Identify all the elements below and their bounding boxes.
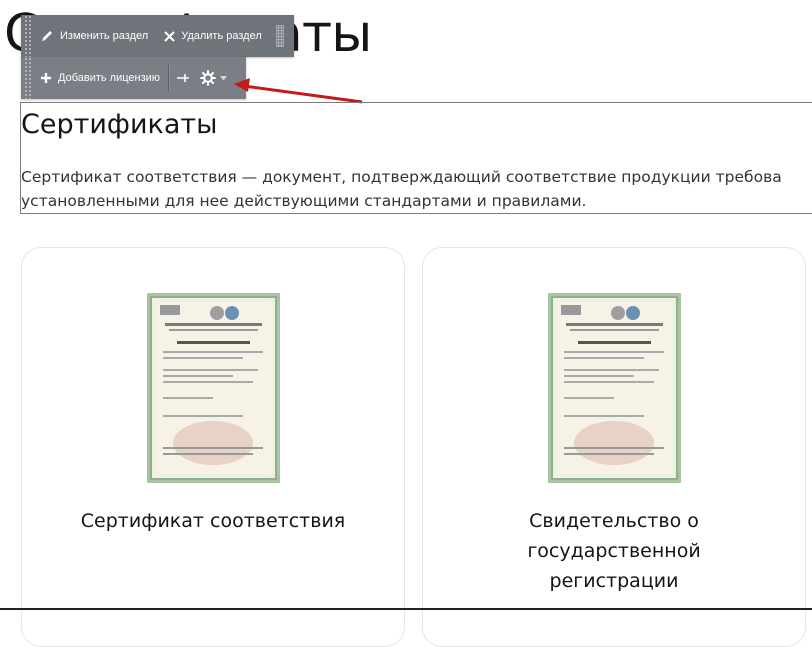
edit-section-button[interactable]: Изменить раздел: [32, 15, 156, 57]
certificate-image[interactable]: [548, 293, 681, 483]
card-title[interactable]: Сертификат соответствия: [62, 506, 364, 536]
chevron-down-icon: [220, 75, 228, 81]
pin-button[interactable]: [170, 57, 196, 99]
pencil-icon: [40, 29, 54, 43]
divider: [0, 608, 812, 610]
section-header: Сертификаты Сертификат соответствия — до…: [20, 102, 812, 214]
delete-section-button[interactable]: Удалить раздел: [156, 15, 270, 57]
gear-icon: [200, 70, 217, 86]
section-description: Сертификат соответствия — документ, подт…: [21, 168, 782, 210]
certificate-image[interactable]: [147, 293, 280, 483]
add-license-label: Добавить лицензию: [58, 72, 161, 84]
section-add-toolbar: Добавить лицензию: [21, 57, 246, 99]
close-icon: [164, 30, 175, 42]
toolbar-drag-handle[interactable]: [24, 57, 32, 99]
edit-section-label: Изменить раздел: [60, 30, 149, 42]
certificate-card[interactable]: Свидетельство о государственной регистра…: [422, 247, 806, 647]
section-edit-toolbar: Изменить раздел Удалить раздел: [21, 15, 294, 57]
toolbar-drag-handle[interactable]: [24, 15, 32, 57]
toolbar-resize-handle[interactable]: [275, 25, 284, 47]
settings-button[interactable]: [196, 57, 231, 99]
add-license-button[interactable]: Добавить лицензию: [32, 57, 168, 99]
section-title: Сертификаты: [21, 109, 218, 140]
pin-icon: [176, 73, 190, 83]
plus-icon: [40, 72, 52, 84]
card-title[interactable]: Свидетельство о государственной регистра…: [463, 506, 765, 596]
delete-section-label: Удалить раздел: [181, 30, 262, 42]
certificate-card[interactable]: Сертификат соответствия: [21, 247, 405, 647]
